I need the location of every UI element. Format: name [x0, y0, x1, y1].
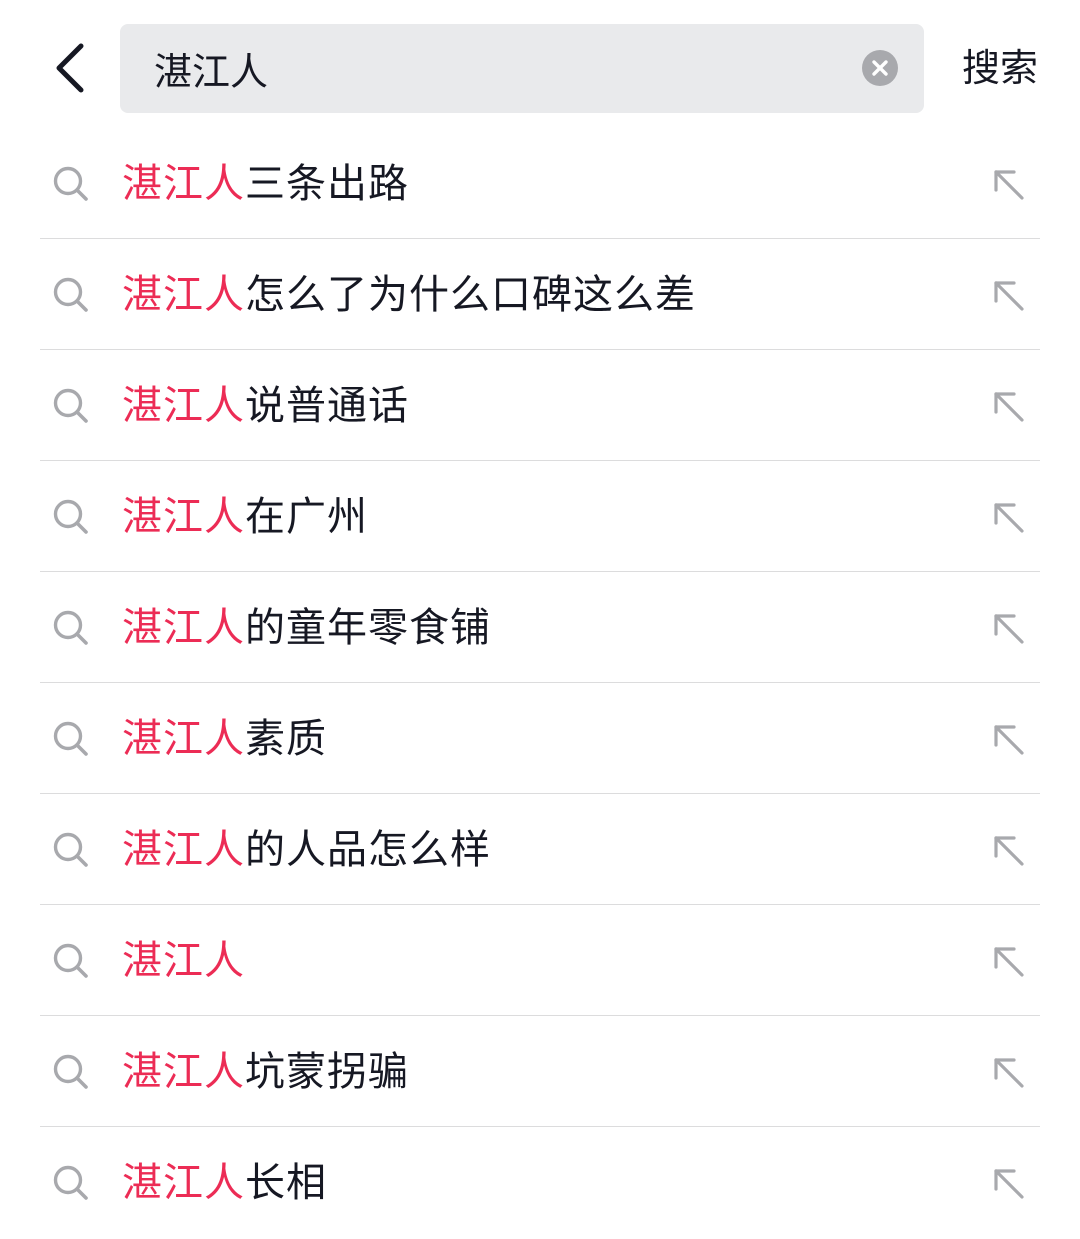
- search-icon: [53, 610, 88, 645]
- suggestion-highlight: 湛江人: [122, 494, 245, 540]
- search-box[interactable]: [120, 24, 924, 113]
- fill-query-arrow-icon[interactable]: [990, 832, 1026, 868]
- suggestion-item[interactable]: 湛江人素质: [40, 683, 1040, 794]
- suggestion-highlight: 湛江人: [122, 383, 245, 429]
- suggestion-item[interactable]: 湛江人的人品怎么样: [40, 794, 1040, 905]
- suggestion-text: 湛江人长相: [122, 1127, 327, 1237]
- fill-query-arrow-icon[interactable]: [990, 721, 1026, 757]
- search-icon: [53, 166, 88, 201]
- suggestion-rest: 在广州: [245, 494, 368, 540]
- suggestion-item[interactable]: 湛江人的童年零食铺: [40, 572, 1040, 683]
- fill-query-arrow-icon[interactable]: [990, 1054, 1026, 1090]
- suggestion-text: 湛江人坑蒙拐骗: [122, 1016, 409, 1126]
- suggestion-rest: 坑蒙拐骗: [245, 1049, 409, 1095]
- suggestion-text: 湛江人的人品怎么样: [122, 794, 491, 904]
- suggestion-highlight: 湛江人: [122, 161, 245, 207]
- search-input[interactable]: [154, 24, 844, 113]
- suggestion-highlight: 湛江人: [122, 827, 245, 873]
- suggestion-list: 湛江人三条出路 湛江人怎么了为什么口碑这么差 湛江人说普通话 湛江人在广州 湛江人的童年…: [0, 128, 1080, 1237]
- suggestion-rest: 长相: [245, 1160, 327, 1206]
- suggestion-text: 湛江人三条出路: [122, 128, 409, 238]
- suggestion-rest: 素质: [245, 716, 327, 762]
- suggestion-highlight: 湛江人: [122, 1049, 245, 1095]
- suggestion-text: 湛江人素质: [122, 683, 327, 793]
- suggestion-item[interactable]: 湛江人坑蒙拐骗: [40, 1016, 1040, 1127]
- search-icon: [53, 943, 88, 978]
- suggestion-highlight: 湛江人: [122, 605, 245, 651]
- suggestion-rest: 怎么了为什么口碑这么差: [245, 272, 696, 318]
- suggestion-highlight: 湛江人: [122, 272, 245, 318]
- clear-circle-icon: [872, 60, 888, 76]
- fill-query-arrow-icon[interactable]: [990, 499, 1026, 535]
- back-button[interactable]: [40, 36, 100, 100]
- fill-query-arrow-icon[interactable]: [990, 388, 1026, 424]
- fill-query-arrow-icon[interactable]: [990, 166, 1026, 202]
- suggestion-item[interactable]: 湛江人长相: [40, 1127, 1040, 1237]
- fill-query-arrow-icon[interactable]: [990, 277, 1026, 313]
- suggestion-highlight: 湛江人: [122, 938, 245, 984]
- suggestion-text: 湛江人说普通话: [122, 350, 409, 460]
- search-icon: [53, 1054, 88, 1089]
- suggestion-rest: 说普通话: [245, 383, 409, 429]
- search-header: 搜索: [0, 0, 1080, 130]
- suggestion-highlight: 湛江人: [122, 716, 245, 762]
- suggestion-text: 湛江人: [122, 905, 245, 1015]
- search-icon: [53, 832, 88, 867]
- suggestion-rest: 的人品怎么样: [245, 827, 491, 873]
- suggestion-item[interactable]: 湛江人说普通话: [40, 350, 1040, 461]
- chevron-left-icon: [56, 43, 84, 93]
- suggestion-item[interactable]: 湛江人: [40, 905, 1040, 1016]
- fill-query-arrow-icon[interactable]: [990, 1165, 1026, 1201]
- search-icon: [53, 1165, 88, 1200]
- suggestion-rest: 三条出路: [245, 161, 409, 207]
- suggestion-item[interactable]: 湛江人在广州: [40, 461, 1040, 572]
- suggestion-item[interactable]: 湛江人怎么了为什么口碑这么差: [40, 239, 1040, 350]
- fill-query-arrow-icon[interactable]: [990, 943, 1026, 979]
- search-icon: [53, 277, 88, 312]
- suggestion-item[interactable]: 湛江人三条出路: [40, 128, 1040, 239]
- fill-query-arrow-icon[interactable]: [990, 610, 1026, 646]
- suggestion-rest: 的童年零食铺: [245, 605, 491, 651]
- suggestion-text: 湛江人的童年零食铺: [122, 572, 491, 682]
- clear-button[interactable]: [862, 50, 898, 86]
- suggestion-highlight: 湛江人: [122, 1160, 245, 1206]
- suggestion-text: 湛江人怎么了为什么口碑这么差: [122, 239, 696, 349]
- search-icon: [53, 721, 88, 756]
- search-icon: [53, 388, 88, 423]
- search-icon: [53, 499, 88, 534]
- search-button[interactable]: 搜索: [962, 40, 1042, 96]
- suggestion-text: 湛江人在广州: [122, 461, 368, 571]
